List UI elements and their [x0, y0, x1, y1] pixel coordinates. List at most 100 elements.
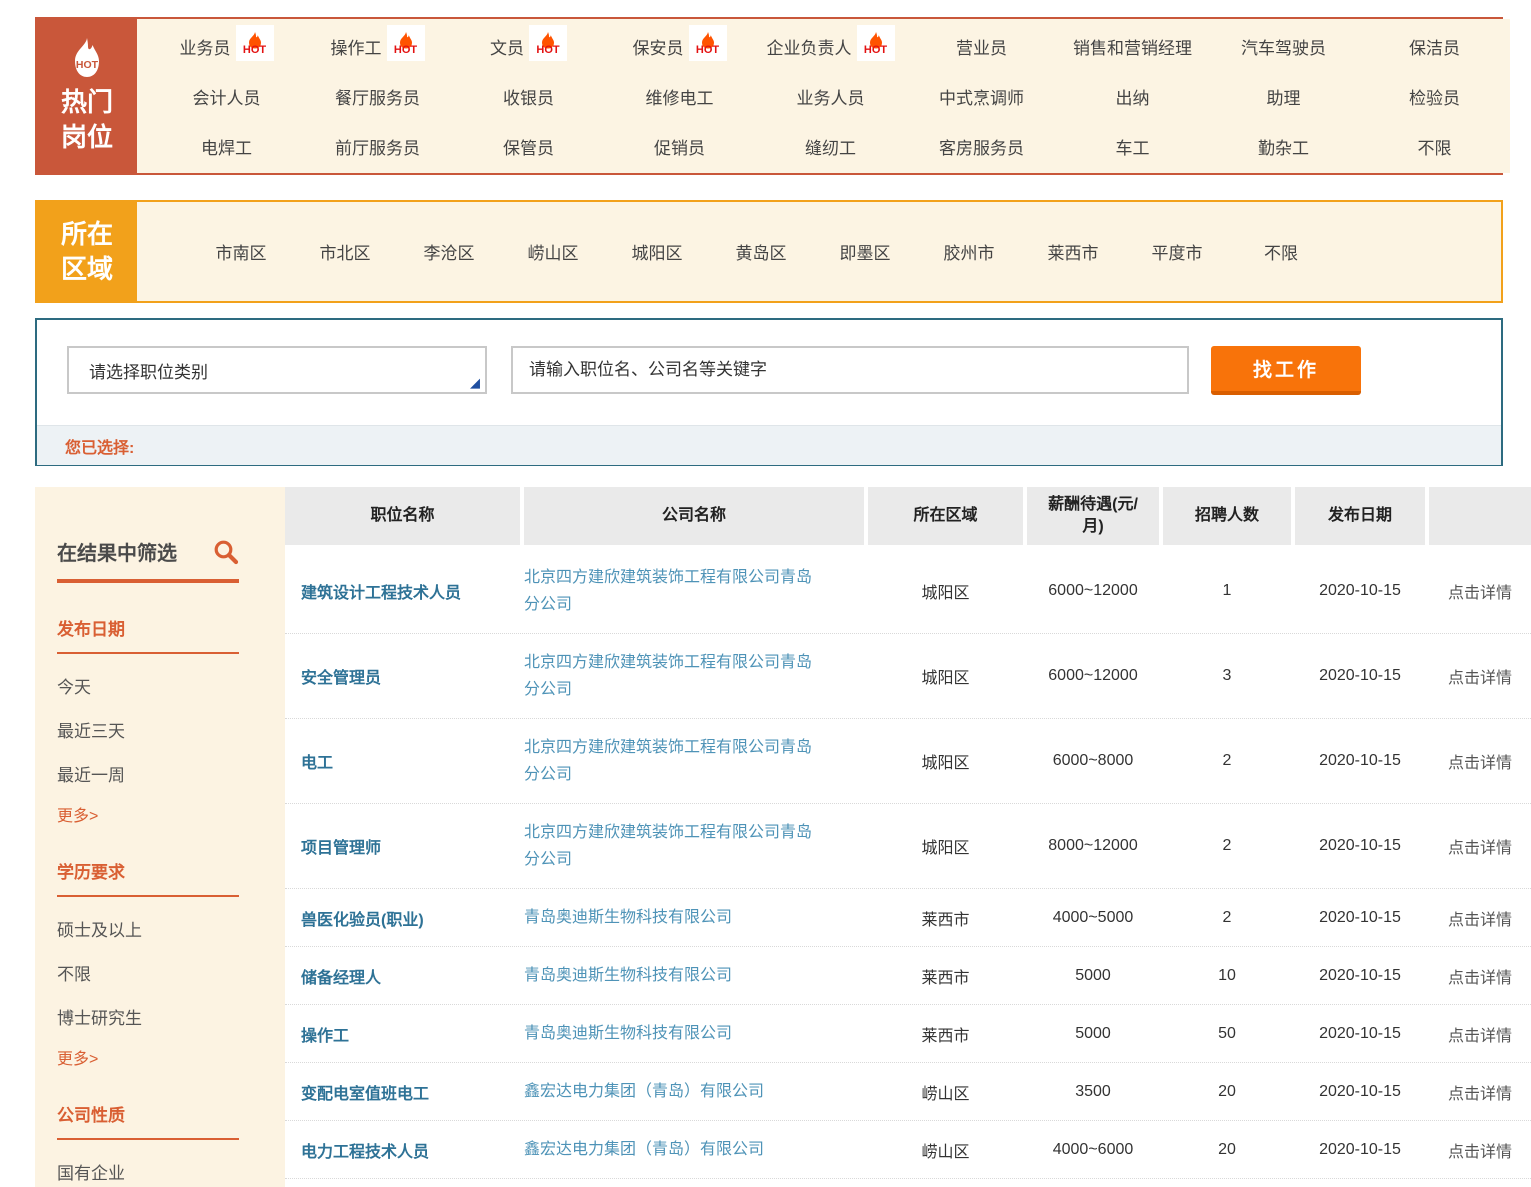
hot-job-link[interactable]: 销售和营销经理 — [1073, 34, 1192, 59]
district-link[interactable]: 即墨区 — [813, 239, 917, 264]
hot-job-link[interactable]: 操作工 — [331, 34, 382, 59]
district-link[interactable]: 不限 — [1229, 239, 1333, 264]
company-link[interactable]: 青岛奥迪斯生物科技有限公司 — [524, 904, 816, 931]
job-title-link[interactable]: 储备经理人 — [285, 964, 520, 988]
hot-job-link[interactable]: 缝纫工 — [805, 134, 856, 159]
table-header-cell: 公司名称 — [524, 487, 864, 545]
hot-job-link[interactable]: 中式烹调师 — [939, 84, 1024, 109]
filter-sidebar: 在结果中筛选 发布日期今天最近三天最近一周更多>学历要求硕士及以上不限博士研究生… — [35, 487, 285, 1187]
hot-job-link[interactable]: 保洁员 — [1409, 34, 1460, 59]
hot-job-link[interactable]: 车工 — [1116, 134, 1150, 159]
job-detail-link[interactable]: 点击详情 — [1429, 664, 1531, 688]
company-link[interactable]: 鑫宏达电力集团（青岛）有限公司 — [524, 1136, 816, 1163]
district-link[interactable]: 崂山区 — [501, 239, 605, 264]
hot-job-link[interactable]: 保管员 — [503, 134, 554, 159]
hot-job-link[interactable]: 业务员 — [180, 34, 231, 59]
hot-job-link[interactable]: 不限 — [1418, 134, 1452, 159]
job-detail-link[interactable]: 点击详情 — [1429, 1080, 1531, 1104]
job-detail-link[interactable]: 点击详情 — [1429, 579, 1531, 603]
hot-job-link[interactable]: 出纳 — [1116, 84, 1150, 109]
job-title-link[interactable]: 变配电室值班电工 — [285, 1080, 520, 1104]
job-detail-link[interactable]: 点击详情 — [1429, 1138, 1531, 1162]
hot-job-link[interactable]: 会计人员 — [193, 84, 261, 109]
district-link[interactable]: 市南区 — [189, 239, 293, 264]
keyword-search-input[interactable] — [511, 346, 1189, 394]
company-link[interactable]: 北京四方建欣建筑装饰工程有限公司青岛分公司 — [524, 564, 816, 618]
filter-option[interactable]: 最近三天 — [57, 717, 273, 742]
job-detail-link[interactable]: 点击详情 — [1429, 906, 1531, 930]
job-detail-link[interactable]: 点击详情 — [1429, 834, 1531, 858]
hot-job-link[interactable]: 助理 — [1267, 84, 1301, 109]
hot-job-link[interactable]: 维修电工 — [646, 84, 714, 109]
filter-option[interactable]: 硕士及以上 — [57, 916, 273, 941]
job-salary: 5000 — [1027, 967, 1159, 985]
hot-job-link[interactable]: 文员 — [490, 34, 524, 59]
job-salary: 4000~5000 — [1027, 909, 1159, 927]
company-link[interactable]: 北京四方建欣建筑装饰工程有限公司青岛分公司 — [524, 649, 816, 703]
hot-job-link[interactable]: 营业员 — [956, 34, 1007, 59]
district-link[interactable]: 李沧区 — [397, 239, 501, 264]
job-date: 2020-10-15 — [1295, 1025, 1425, 1043]
more-link[interactable]: 更多> — [57, 802, 273, 826]
company-link[interactable]: 北京四方建欣建筑装饰工程有限公司青岛分公司 — [524, 819, 816, 873]
hot-job-link[interactable]: 检验员 — [1409, 84, 1460, 109]
hot-job-link[interactable]: 收银员 — [503, 84, 554, 109]
job-title-link[interactable]: 电工 — [285, 749, 520, 773]
hot-job-link[interactable]: 客房服务员 — [939, 134, 1024, 159]
filter-option[interactable]: 最近一周 — [57, 761, 273, 786]
job-salary: 6000~12000 — [1027, 582, 1159, 600]
search-icon[interactable] — [213, 539, 239, 565]
district-link[interactable]: 胶州市 — [917, 239, 1021, 264]
job-detail-link[interactable]: 点击详情 — [1429, 964, 1531, 988]
job-title-link[interactable]: 安全管理员 — [285, 664, 520, 688]
hot-job-link[interactable]: 业务人员 — [797, 84, 865, 109]
hot-job-link[interactable]: 促销员 — [654, 134, 705, 159]
search-bar: 请选择职位类别 ◢ 找工作 — [37, 320, 1501, 425]
table-row: 项目管理师北京四方建欣建筑装饰工程有限公司青岛分公司城阳区8000~120002… — [285, 804, 1531, 889]
hot-job-link[interactable]: 餐厅服务员 — [335, 84, 420, 109]
job-date: 2020-10-15 — [1295, 1141, 1425, 1159]
hot-badge-icon: HOT — [387, 25, 425, 61]
company-link[interactable]: 鑫宏达电力集团（青岛）有限公司 — [524, 1078, 816, 1105]
hot-job-link[interactable]: 汽车驾驶员 — [1241, 34, 1326, 59]
hot-job-link[interactable]: 企业负责人 — [767, 34, 852, 59]
hot-job-link[interactable]: 勤杂工 — [1258, 134, 1309, 159]
job-salary: 8000~12000 — [1027, 837, 1159, 855]
job-results-table: 职位名称公司名称所在区域薪酬待遇(元/月)招聘人数发布日期 建筑设计工程技术人员… — [285, 487, 1531, 1187]
job-title-link[interactable]: 建筑设计工程技术人员 — [285, 579, 520, 603]
find-job-button[interactable]: 找工作 — [1211, 346, 1361, 395]
district-link[interactable]: 市北区 — [293, 239, 397, 264]
district-link[interactable]: 黄岛区 — [709, 239, 813, 264]
hot-job-link[interactable]: 电焊工 — [201, 134, 252, 159]
table-row: 兽医化验员(职业)青岛奥迪斯生物科技有限公司莱西市4000~500022020-… — [285, 889, 1531, 947]
filter-option[interactable]: 不限 — [57, 960, 273, 985]
district-link[interactable]: 平度市 — [1125, 239, 1229, 264]
more-link[interactable]: 更多> — [57, 1045, 273, 1069]
company-link[interactable]: 青岛奥迪斯生物科技有限公司 — [524, 962, 816, 989]
hot-jobs-row: 电焊工 前厅服务员 保管员 促销员 缝纫工 客房服务员 车工 勤杂工 不限 — [137, 121, 1510, 171]
job-title-link[interactable]: 兽医化验员(职业) — [285, 906, 520, 930]
district-link[interactable]: 莱西市 — [1021, 239, 1125, 264]
hot-job-item: 餐厅服务员 — [302, 84, 453, 109]
hot-job-link[interactable]: 保安员 — [633, 34, 684, 59]
hot-jobs-panel-title: 热门岗位 — [59, 85, 115, 155]
hot-jobs-row: 业务员HOT操作工HOT文员HOT保安员HOT企业负责人HOT营业员销售和营销经… — [137, 21, 1510, 71]
company-link[interactable]: 青岛奥迪斯生物科技有限公司 — [524, 1020, 816, 1047]
job-category-select[interactable]: 请选择职位类别 ◢ — [67, 346, 487, 394]
company-link[interactable]: 北京四方建欣建筑装饰工程有限公司青岛分公司 — [524, 734, 816, 788]
hot-job-item: 出纳 — [1057, 84, 1208, 109]
hot-job-link[interactable]: 前厅服务员 — [335, 134, 420, 159]
job-detail-link[interactable]: 点击详情 — [1429, 749, 1531, 773]
job-title-link[interactable]: 操作工 — [285, 1022, 520, 1046]
district-link[interactable]: 城阳区 — [605, 239, 709, 264]
job-title-link[interactable]: 电力工程技术人员 — [285, 1138, 520, 1162]
sidebar-title-divider — [57, 579, 239, 583]
job-date: 2020-10-15 — [1295, 909, 1425, 927]
filter-option[interactable]: 博士研究生 — [57, 1004, 273, 1029]
filter-option[interactable]: 今天 — [57, 673, 273, 698]
hot-job-item: 销售和营销经理 — [1057, 34, 1208, 59]
job-title-link[interactable]: 项目管理师 — [285, 834, 520, 858]
job-detail-link[interactable]: 点击详情 — [1429, 1022, 1531, 1046]
job-salary: 5000 — [1027, 1025, 1159, 1043]
filter-option[interactable]: 国有企业 — [57, 1159, 273, 1184]
